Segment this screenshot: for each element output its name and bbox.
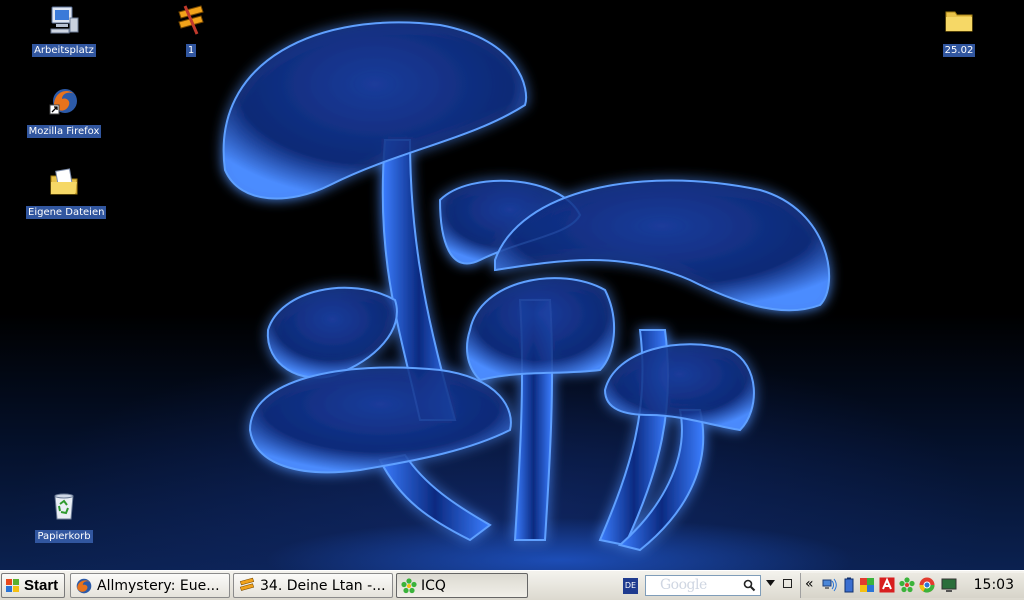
task-button-icq[interactable]: ICQ bbox=[396, 573, 528, 598]
task-button-firefox[interactable]: Allmystery: Eue... bbox=[70, 573, 230, 598]
firefox-icon bbox=[76, 578, 92, 593]
desktop-icon-label: 25.02 bbox=[942, 44, 976, 57]
icq-flower-icon bbox=[401, 577, 417, 593]
winamp-icon bbox=[239, 577, 255, 591]
task-label: 34. Deine Ltan -... bbox=[260, 577, 386, 594]
my-computer-icon bbox=[50, 6, 79, 34]
desktop-icon-eigene-dateien[interactable]: Eigene Dateien bbox=[26, 166, 107, 219]
desktop-icon-label: Mozilla Firefox bbox=[26, 125, 102, 138]
windows-logo-icon bbox=[6, 578, 19, 592]
task-button-winamp[interactable]: 34. Deine Ltan -... bbox=[233, 573, 393, 598]
chrome-icon[interactable] bbox=[919, 577, 935, 593]
antivir-icon[interactable] bbox=[879, 577, 895, 593]
folder-icon bbox=[945, 11, 973, 32]
start-label: Start bbox=[24, 577, 59, 594]
battery-icon[interactable] bbox=[841, 577, 857, 593]
desktop-icon-firefox[interactable]: Mozilla Firefox bbox=[26, 85, 102, 138]
google-search-box[interactable]: Google bbox=[645, 575, 761, 596]
network-icon[interactable] bbox=[821, 577, 837, 593]
desktop-icon-25-02[interactable]: 25.02 bbox=[921, 4, 997, 57]
desktop[interactable]: Arbeitsplatz 1 25.02 Mozilla Firefox Eig… bbox=[0, 0, 1024, 570]
search-icon[interactable] bbox=[743, 579, 756, 592]
desktop-icon-label: Papierkorb bbox=[35, 530, 93, 543]
mushroom-wallpaper bbox=[222, 21, 831, 552]
toolbar-minimize-button[interactable] bbox=[783, 579, 792, 588]
icq-flower-icon[interactable] bbox=[899, 577, 915, 593]
desktop-icon-label: Eigene Dateien bbox=[26, 206, 107, 219]
puzzle-icon[interactable] bbox=[859, 577, 875, 593]
clock[interactable]: 15:03 bbox=[974, 577, 1014, 593]
chevron-down-icon[interactable] bbox=[766, 580, 775, 586]
desktop-icon-label: Arbeitsplatz bbox=[32, 44, 96, 57]
task-label: ICQ bbox=[421, 577, 446, 594]
my-documents-icon bbox=[50, 168, 78, 195]
winamp-icon bbox=[178, 5, 204, 35]
start-button[interactable]: Start bbox=[1, 573, 65, 598]
google-search-placeholder: Google bbox=[660, 577, 707, 593]
firefox-icon bbox=[49, 89, 77, 115]
desktop-icon-arbeitsplatz[interactable]: Arbeitsplatz bbox=[26, 4, 102, 57]
desktop-icon-1[interactable]: 1 bbox=[153, 4, 229, 57]
monitor-icon[interactable] bbox=[941, 577, 957, 593]
recycle-bin-icon bbox=[54, 493, 74, 520]
desktop-icon-papierkorb[interactable]: Papierkorb bbox=[26, 490, 102, 543]
language-indicator[interactable]: DE bbox=[623, 578, 638, 594]
taskbar: Start Allmystery: Eue... 34. Deine Ltan … bbox=[0, 570, 1024, 600]
system-tray: « 15:03 bbox=[800, 573, 1024, 598]
task-label: Allmystery: Eue... bbox=[97, 577, 220, 594]
tray-expand-button[interactable]: « bbox=[805, 576, 814, 592]
desktop-icon-label: 1 bbox=[185, 44, 197, 57]
